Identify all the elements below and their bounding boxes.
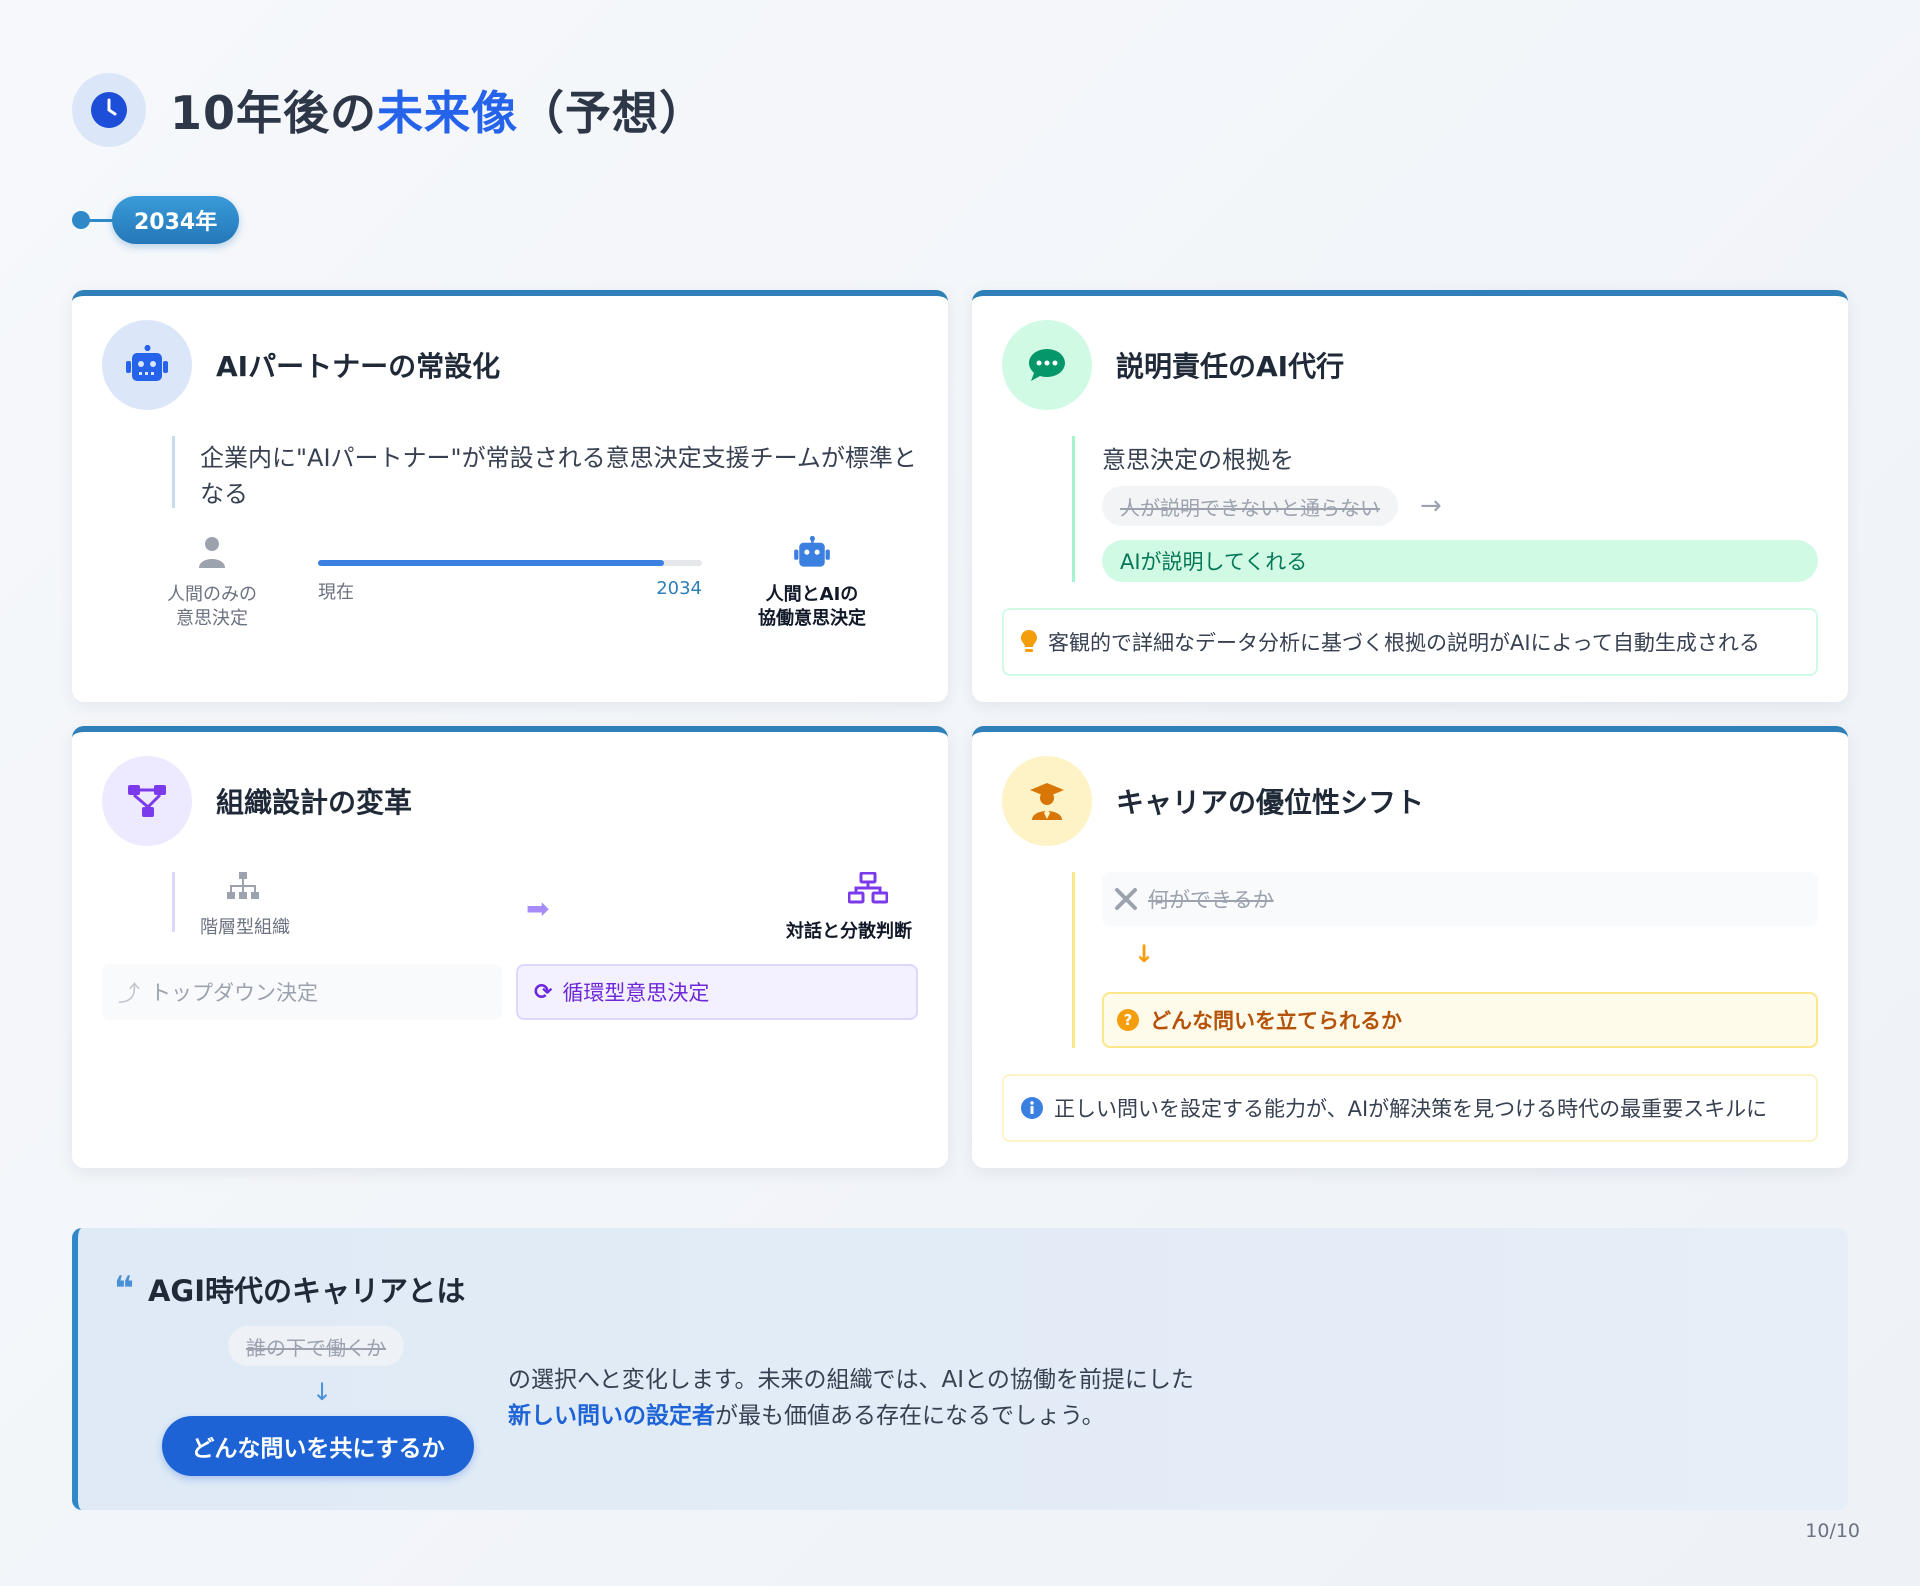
lightbulb-icon bbox=[1020, 629, 1038, 655]
new-mode-text: 循環型意思決定 bbox=[562, 981, 710, 1005]
card-title: 説明責任のAI代行 bbox=[1116, 350, 1345, 383]
arrow-down-icon: ↓ bbox=[312, 1378, 333, 1406]
from-label: 階層型組織 bbox=[200, 917, 290, 938]
hierarchy-block: 階層型組織 bbox=[200, 872, 320, 939]
human-only-block: 人間のみの 意思決定 bbox=[152, 536, 272, 631]
summary-banner: ❝ AGI時代のキャリアとは 誰の下で働くか ↓ どんな問いを共にするか の選択… bbox=[72, 1228, 1848, 1510]
graduate-icon bbox=[1002, 756, 1092, 846]
robot-small-icon bbox=[742, 536, 882, 577]
banner-text: の選択へと変化します。未来の組織では、AIとの協働を前提にした 新しい問いの設定… bbox=[508, 1362, 1408, 1434]
quote-bar bbox=[1072, 872, 1075, 1048]
card-accountability: 説明責任のAI代行 意思決定の根拠を 人が説明できないと通らない → AIが説明… bbox=[972, 290, 1848, 702]
new-practice-pill: AIが説明してくれる bbox=[1102, 540, 1818, 582]
progress-fill bbox=[318, 560, 664, 566]
old-mode-text: トップダウン決定 bbox=[150, 981, 319, 1005]
card-org-design: 組織設計の変革 階層型組織 ➡ 対話と分散判断 ⤴ トップダウン決定 ⟳ 循環型… bbox=[72, 726, 948, 1168]
old-mode-box: ⤴ トップダウン決定 bbox=[102, 964, 502, 1020]
note-text: 正しい問いを設定する能力が、AIが解決策を見つける時代の最重要スキルに bbox=[1054, 1097, 1768, 1121]
svg-text:?: ? bbox=[1124, 1011, 1133, 1029]
card-title: キャリアの優位性シフト bbox=[1116, 786, 1425, 819]
page-title: 10年後の未来像（予想） bbox=[170, 86, 707, 140]
tools-icon bbox=[1114, 887, 1138, 911]
card-ai-partner: AIパートナーの常設化 企業内に"AIパートナー"が常設される意思決定支援チーム… bbox=[72, 290, 948, 702]
distributed-block: 対話と分散判断 bbox=[772, 871, 912, 943]
quote-icon: ❝ bbox=[114, 1269, 134, 1309]
quote-bar bbox=[172, 436, 175, 508]
page-header: 10年後の未来像（予想） bbox=[72, 72, 706, 148]
banner-text-highlight: 新しい問いの設定者 bbox=[508, 1403, 715, 1429]
robot-icon bbox=[102, 320, 192, 410]
person-icon bbox=[152, 536, 272, 575]
banner-text-part1: の選択へと変化します。未来の組織では、AIとの協働を前提にした bbox=[508, 1367, 1194, 1393]
card-title: 組織設計の変革 bbox=[216, 786, 413, 819]
new-skill-text: どんな問いを立てられるか bbox=[1150, 1009, 1402, 1033]
org-chart-icon bbox=[102, 756, 192, 846]
banner-new-pill: どんな問いを共にするか bbox=[162, 1416, 474, 1476]
timeline-end-label: 2034 bbox=[656, 578, 702, 599]
old-practice-pill: 人が説明できないと通らない bbox=[1102, 486, 1398, 526]
card-title: AIパートナーの常設化 bbox=[216, 350, 501, 383]
note-box: 正しい問いを設定する能力が、AIが解決策を見つける時代の最重要スキルに bbox=[1002, 1074, 1818, 1142]
quote-bar bbox=[1072, 436, 1075, 582]
card-lead: 意思決定の根拠を bbox=[1102, 446, 1294, 474]
chat-icon bbox=[1002, 320, 1092, 410]
refresh-icon: ⟳ bbox=[534, 979, 553, 1005]
year-marker: 2034年 bbox=[72, 196, 240, 244]
old-skill-box: 何ができるか bbox=[1102, 872, 1818, 926]
human-label-line2: 意思決定 bbox=[176, 608, 248, 629]
to-label: 対話と分散判断 bbox=[786, 921, 912, 942]
timeline-start-label: 現在 bbox=[318, 582, 354, 603]
note-box: 客観的で詳細なデータ分析に基づく根拠の説明がAIによって自動生成される bbox=[1002, 608, 1818, 676]
banner-title: AGI時代のキャリアとは bbox=[147, 1274, 466, 1308]
progress-track bbox=[318, 560, 702, 566]
quote-bar bbox=[172, 872, 175, 932]
year-badge: 2034年 bbox=[112, 196, 240, 244]
note-text: 客観的で詳細なデータ分析に基づく根拠の説明がAIによって自動生成される bbox=[1048, 631, 1760, 655]
question-circle-icon: ? bbox=[1116, 1008, 1140, 1032]
arrow-right-icon: ➡ bbox=[526, 892, 550, 925]
arrow-down-icon: ↓ bbox=[1134, 940, 1155, 968]
banner-old-pill: 誰の下で働くか bbox=[228, 1326, 404, 1366]
info-icon bbox=[1020, 1096, 1044, 1120]
banner-text-part2: が最も価値ある存在になるでしょう。 bbox=[715, 1403, 1105, 1429]
card-text: 企業内に"AIパートナー"が常設される意思決定支援チームが標準となる bbox=[200, 444, 917, 508]
arrow-right-icon: → bbox=[1420, 491, 1442, 521]
hierarchy-icon bbox=[226, 872, 320, 905]
ai-label-line2: 協働意思決定 bbox=[758, 608, 866, 629]
card-career: キャリアの優位性シフト 何ができるか ↓ ? どんな問いを立てられるか 正しい問… bbox=[972, 726, 1848, 1168]
page-number: 10/10 bbox=[1805, 1520, 1860, 1542]
arrow-up-icon: ⤴ bbox=[118, 982, 141, 1007]
human-ai-block: 人間とAIの 協働意思決定 bbox=[742, 536, 882, 631]
clock-icon bbox=[72, 73, 146, 147]
ai-label-line1: 人間とAIの bbox=[765, 584, 859, 605]
new-skill-box: ? どんな問いを立てられるか bbox=[1102, 992, 1818, 1048]
old-skill-text: 何ができるか bbox=[1148, 888, 1274, 912]
human-label-line1: 人間のみの bbox=[167, 584, 257, 605]
network-icon bbox=[772, 871, 912, 909]
new-mode-box: ⟳ 循環型意思決定 bbox=[516, 964, 918, 1020]
